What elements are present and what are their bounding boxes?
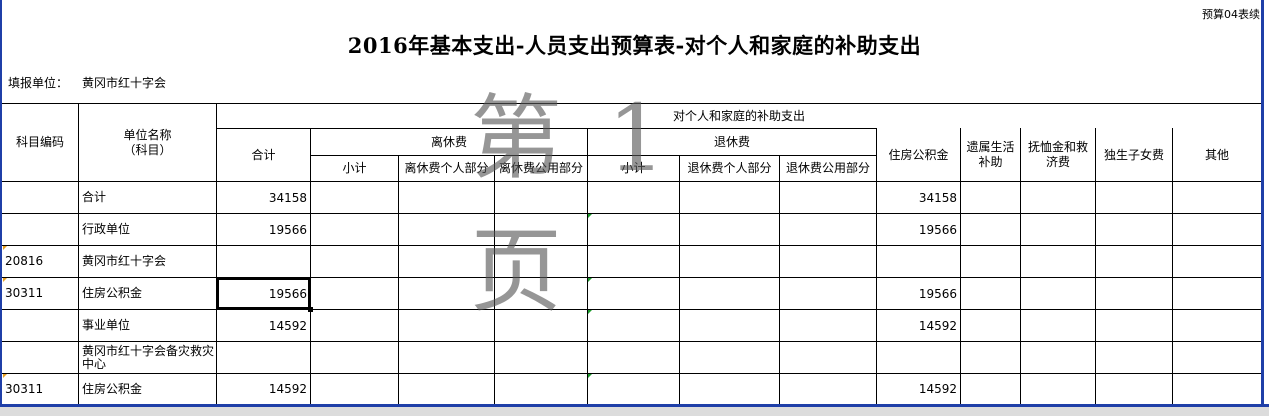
cell-housing[interactable]: 19566 bbox=[877, 278, 960, 309]
error-marker-icon bbox=[3, 246, 7, 250]
cell-housing[interactable]: 19566 bbox=[877, 214, 960, 245]
cell-code[interactable]: 30311 bbox=[2, 374, 78, 404]
header-retire-public[interactable]: 退休费公用部分 bbox=[780, 156, 876, 181]
header-code[interactable]: 科目编码 bbox=[2, 104, 78, 181]
cell-housing[interactable]: 14592 bbox=[877, 374, 960, 404]
cell-code[interactable]: 20816 bbox=[2, 246, 78, 277]
cell-code[interactable] bbox=[2, 342, 78, 373]
cell-housing[interactable]: 34158 bbox=[877, 182, 960, 213]
status-strip bbox=[0, 407, 1269, 416]
header-retire-leave[interactable]: 离休费 bbox=[311, 129, 587, 155]
header-name[interactable]: 单位名称 （科目） bbox=[79, 104, 216, 181]
cell-name[interactable]: 黄冈市红十字会备灾救灾中心 bbox=[79, 342, 216, 373]
cell-name[interactable]: 合计 bbox=[79, 182, 216, 213]
header-leave-personal[interactable]: 离休费个人部分 bbox=[399, 156, 494, 181]
cell-code[interactable] bbox=[2, 214, 78, 245]
cell-total[interactable]: 19566 bbox=[217, 214, 310, 245]
cell-name[interactable]: 行政单位 bbox=[79, 214, 216, 245]
fill-handle[interactable] bbox=[308, 307, 313, 312]
window-right-border bbox=[1261, 0, 1264, 404]
comment-marker-icon bbox=[588, 310, 592, 314]
error-marker-icon bbox=[3, 374, 7, 378]
window-left-border bbox=[0, 0, 2, 416]
header-pension[interactable]: 抚恤金和救 济费 bbox=[1021, 129, 1095, 181]
cell-total[interactable]: 14592 bbox=[217, 374, 310, 404]
cell-name[interactable]: 住房公积金 bbox=[79, 278, 216, 309]
unit-label: 填报单位： bbox=[8, 76, 69, 90]
header-other[interactable]: 其他 bbox=[1173, 129, 1261, 181]
spreadsheet-view: 预算04表续 2016年基本支出-人员支出预算表-对个人和家庭的补助支出 填报单… bbox=[0, 0, 1269, 416]
comment-marker-icon bbox=[588, 214, 592, 218]
comment-marker-icon bbox=[588, 374, 592, 378]
cell-selection-box bbox=[217, 278, 310, 309]
cell-code[interactable] bbox=[2, 310, 78, 341]
table-number-note: 预算04表续 bbox=[1202, 8, 1260, 21]
cell-total[interactable] bbox=[217, 246, 310, 277]
unit-value: 黄冈市红十字会 bbox=[82, 76, 167, 90]
cell-total[interactable]: 34158 bbox=[217, 182, 310, 213]
cell-name[interactable]: 事业单位 bbox=[79, 310, 216, 341]
header-group[interactable]: 对个人和家庭的补助支出 bbox=[217, 104, 1261, 128]
header-onechild[interactable]: 独生子女费 bbox=[1096, 129, 1172, 181]
comment-marker-icon bbox=[588, 278, 592, 282]
cell-housing[interactable] bbox=[877, 246, 960, 277]
cell-code[interactable]: 30311 bbox=[2, 278, 78, 309]
header-subtotal-b[interactable]: 小计 bbox=[588, 156, 679, 181]
header-retire[interactable]: 退休费 bbox=[588, 129, 876, 155]
cell-total[interactable] bbox=[217, 342, 310, 373]
header-housing[interactable]: 住房公积金 bbox=[877, 129, 960, 181]
cell-code[interactable] bbox=[2, 182, 78, 213]
error-marker-icon bbox=[3, 278, 7, 282]
cell-name[interactable]: 黄冈市红十字会 bbox=[79, 246, 216, 277]
cell-name[interactable]: 住房公积金 bbox=[79, 374, 216, 404]
header-leave-public[interactable]: 离休费公用部分 bbox=[495, 156, 587, 181]
header-retire-personal[interactable]: 退休费个人部分 bbox=[680, 156, 779, 181]
cell-housing[interactable]: 14592 bbox=[877, 310, 960, 341]
header-total[interactable]: 合计 bbox=[217, 129, 310, 181]
cell-total[interactable]: 14592 bbox=[217, 310, 310, 341]
cell-housing[interactable] bbox=[877, 342, 960, 373]
report-title: 2016年基本支出-人员支出预算表-对个人和家庭的补助支出 bbox=[347, 33, 922, 58]
header-subtotal-a[interactable]: 小计 bbox=[311, 156, 398, 181]
header-survivor[interactable]: 遗属生活 补助 bbox=[961, 129, 1020, 181]
